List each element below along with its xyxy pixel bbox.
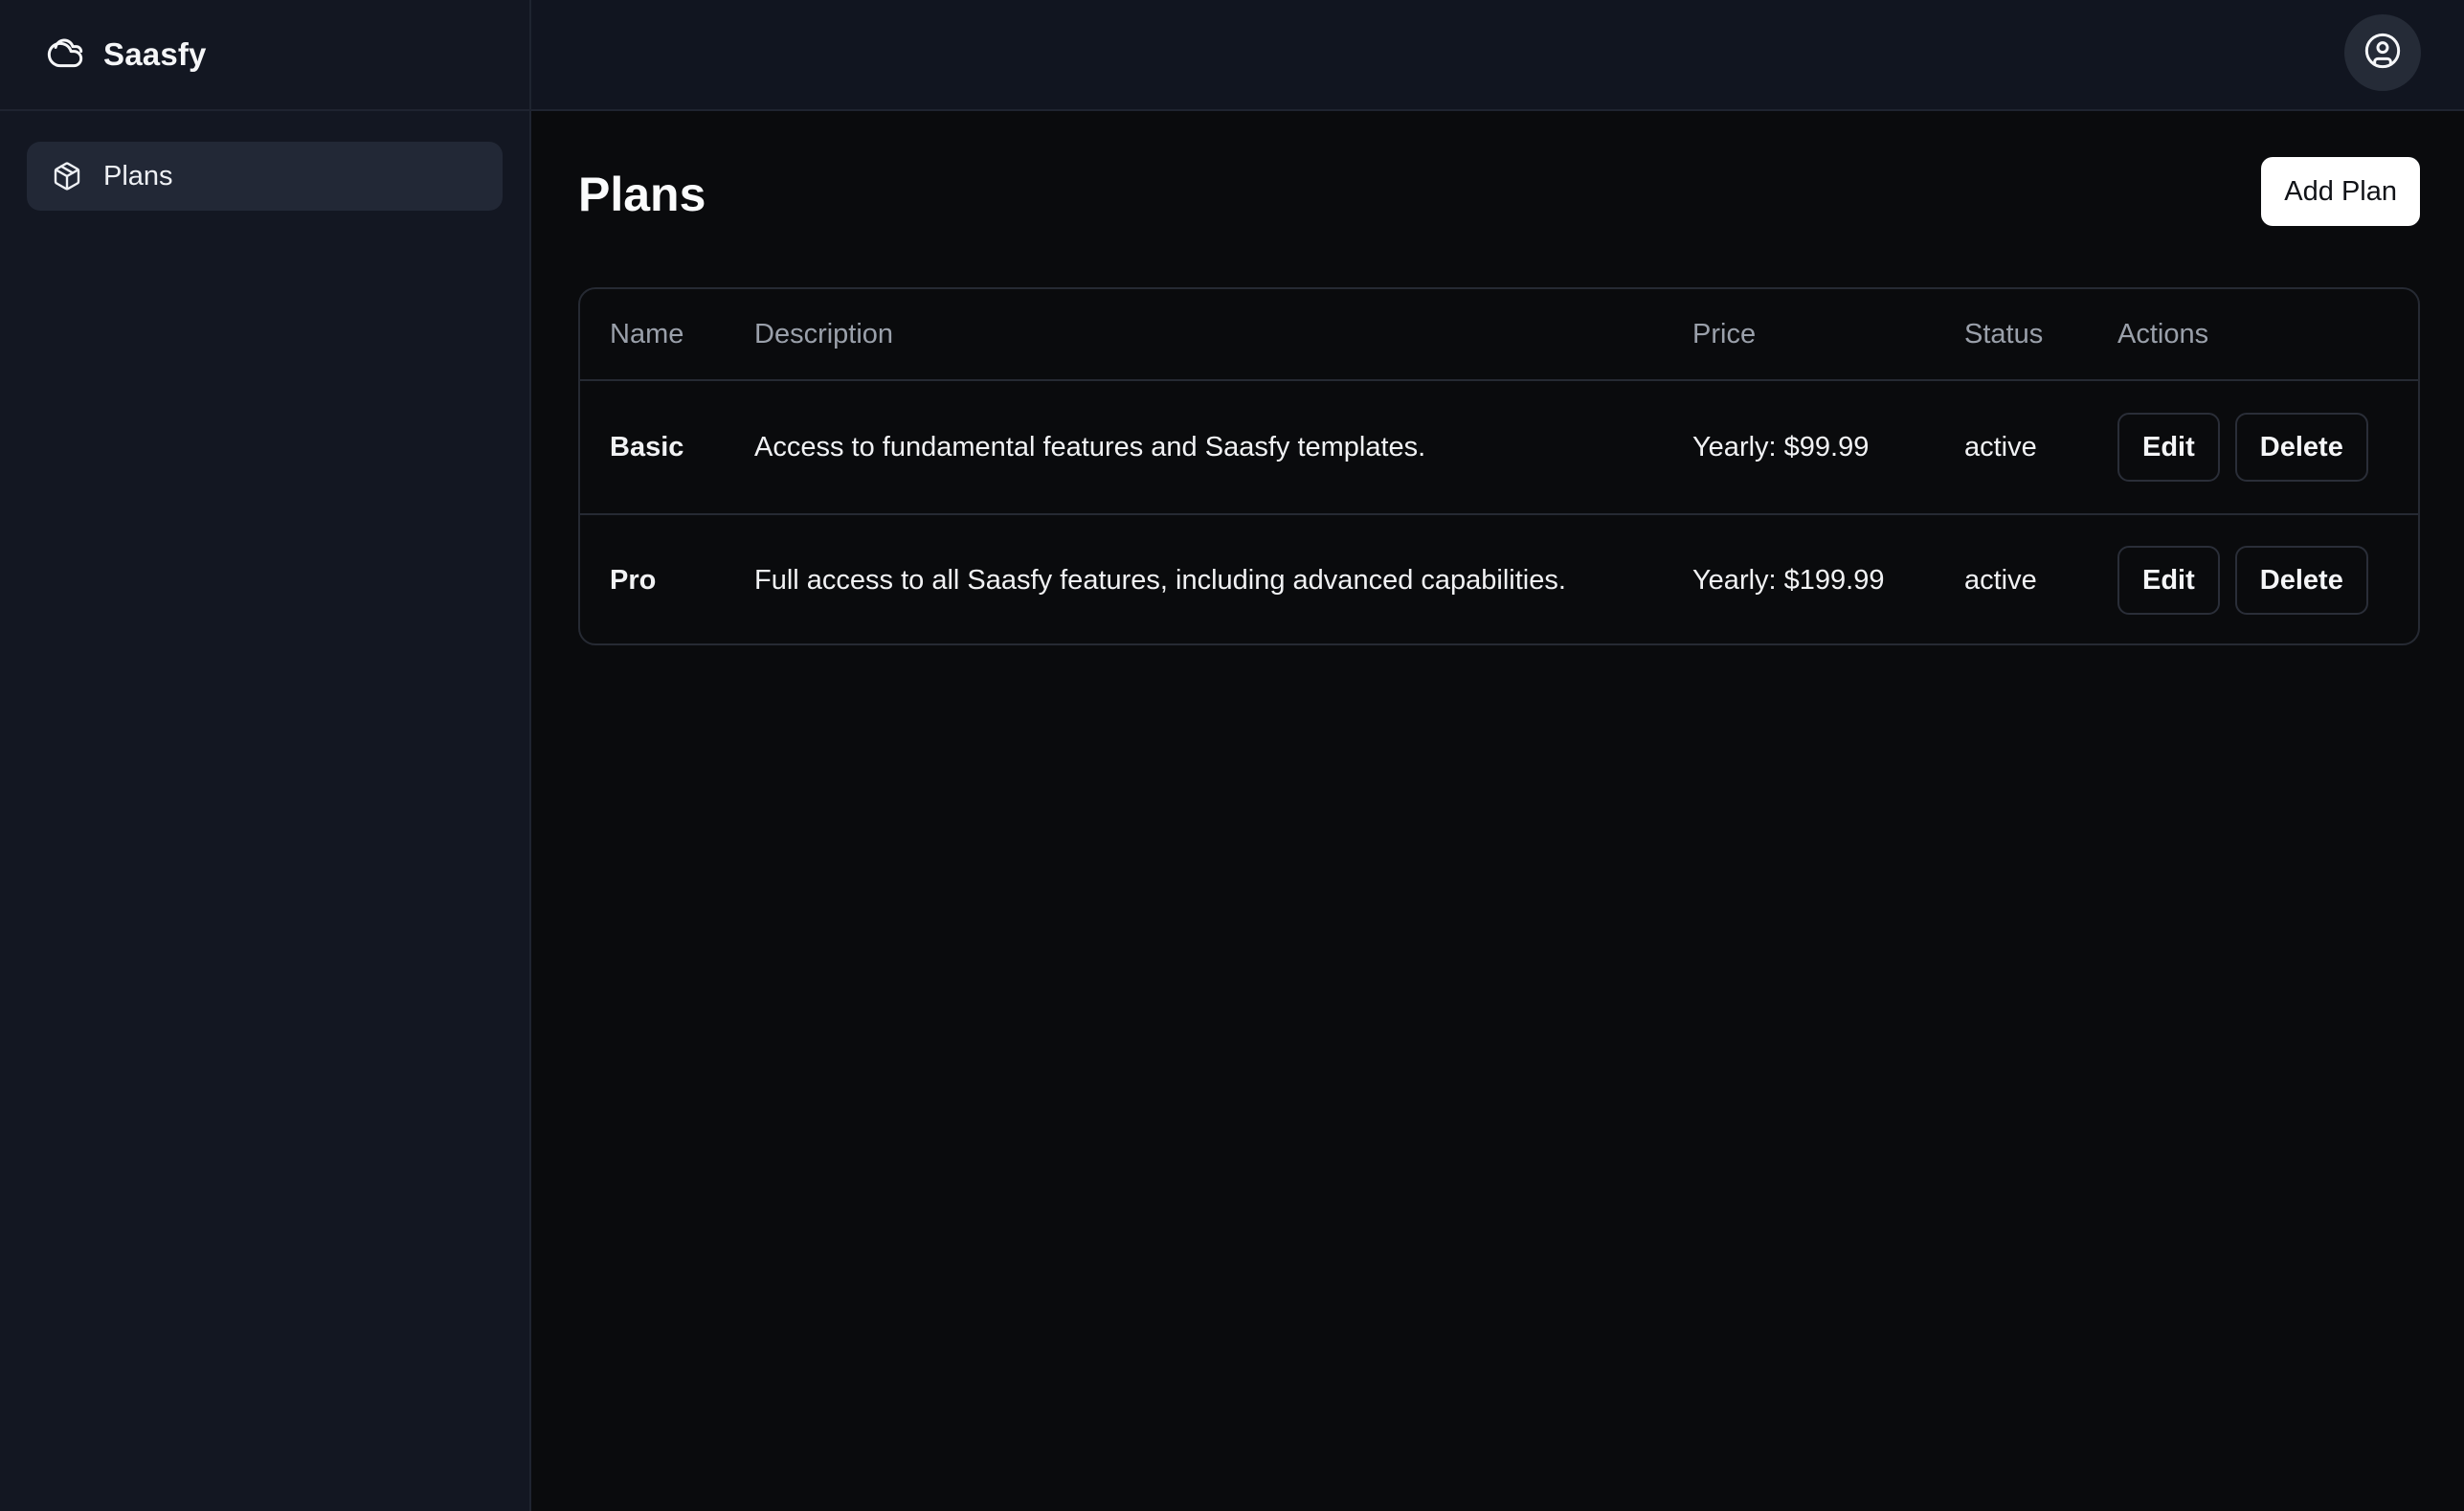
user-circle-icon [2363, 32, 2402, 75]
table-row: Basic Access to fundamental features and… [580, 381, 2418, 513]
plan-name: Pro [610, 564, 657, 596]
table-header: Name Description Price Status Actions [580, 289, 2418, 381]
edit-button[interactable]: Edit [2117, 546, 2220, 615]
cloud-icon [42, 32, 88, 78]
package-icon [50, 159, 84, 193]
delete-button[interactable]: Delete [2234, 413, 2368, 482]
plan-description: Access to fundamental features and Saasf… [754, 431, 1426, 462]
topbar [531, 0, 2464, 111]
plan-name: Basic [610, 431, 684, 462]
main-content: Plans Add Plan Name Description Price St… [531, 111, 2464, 1511]
header-name: Name [610, 318, 684, 350]
user-menu-button[interactable] [2344, 14, 2421, 91]
header-actions: Actions [2117, 318, 2209, 350]
edit-button[interactable]: Edit [2117, 413, 2220, 482]
add-plan-button[interactable]: Add Plan [2261, 157, 2420, 226]
plans-table: Name Description Price Status Actions Ba… [578, 287, 2420, 645]
app-root: Saasfy Plans Plans Add Plan Name Descrip… [0, 0, 2464, 1511]
header-description: Description [754, 318, 894, 350]
page-title: Plans [578, 168, 706, 221]
brand-name: Saasfy [103, 36, 207, 72]
header-status: Status [1964, 318, 2044, 350]
brand[interactable]: Saasfy [0, 0, 529, 111]
sidebar-nav: Plans [0, 111, 529, 241]
header-price: Price [1692, 318, 1757, 350]
plan-price: Yearly: $199.99 [1692, 564, 1885, 596]
row-actions: Edit Delete [2117, 546, 2368, 615]
plan-description: Full access to all Saasfy features, incl… [754, 564, 1566, 596]
sidebar-item-label: Plans [103, 160, 173, 192]
plan-price: Yearly: $99.99 [1692, 431, 1870, 462]
sidebar: Saasfy Plans [0, 0, 531, 1511]
table-row: Pro Full access to all Saasfy features, … [580, 513, 2418, 643]
delete-button[interactable]: Delete [2234, 546, 2368, 615]
row-actions: Edit Delete [2117, 413, 2368, 482]
sidebar-item-plans[interactable]: Plans [27, 142, 503, 211]
plan-status: active [1964, 431, 2037, 462]
plan-status: active [1964, 564, 2037, 596]
